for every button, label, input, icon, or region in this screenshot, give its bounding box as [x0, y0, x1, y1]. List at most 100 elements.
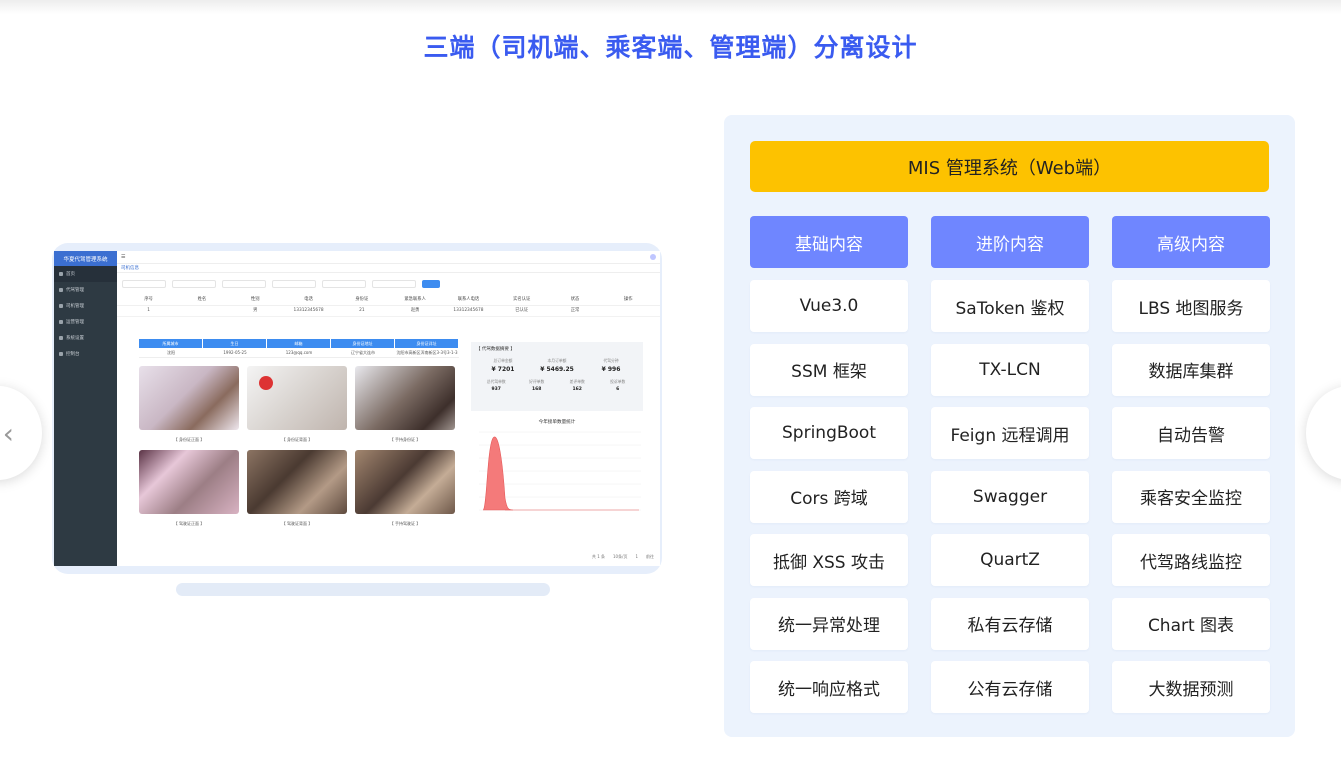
- mock-stat-label: 投诉单数: [610, 379, 626, 384]
- menu-item-icon: [59, 352, 63, 356]
- mock-list-header-cell: 序号: [144, 297, 153, 302]
- mock-list-header-cell: 联系人电话: [457, 297, 480, 302]
- mock-sidebar-item: 系统设置: [54, 330, 117, 346]
- feature-item: 大数据预测: [1112, 661, 1270, 713]
- mock-main: ☰ 司机信息 序号 姓名 性别 电话 身份证 紧急联系人 联系人电话 实名认证 状态 操作 1男1…: [117, 251, 660, 566]
- mock-detail-header-cell: 身份证地址: [331, 339, 395, 348]
- mock-list-cell: [602, 306, 655, 316]
- mock-sidebar-item-label: 代驾管理: [66, 288, 84, 293]
- menu-item-icon: [59, 336, 63, 340]
- admin-screenshot: 华夏代驾管理系统 首页 代驾管理 司机管理 运营管理 系统设置 控制台 ☰ 司机信息 序号…: [54, 251, 660, 566]
- mock-filters: [117, 273, 660, 291]
- feature-item: QuartZ: [931, 534, 1089, 586]
- mock-stat-label: 总代驾单数: [486, 379, 506, 384]
- mock-list-header: 序号 姓名 性别 电话 身份证 紧急联系人 联系人电话 实名认证 状态 操作: [117, 295, 660, 306]
- mock-list-cell: 13312345678: [453, 308, 484, 313]
- mock-list-cell: 13312345678: [293, 308, 324, 313]
- feature-item: 自动告警: [1112, 407, 1270, 459]
- mock-filter-field: [322, 280, 366, 288]
- mock-filter-field: [372, 280, 416, 288]
- mock-sidebar-item: 首页: [54, 266, 117, 282]
- mock-list-header-cell: 紧急联系人: [404, 297, 426, 302]
- feature-item: 公有云存储: [931, 661, 1089, 713]
- mock-detail-header-cell: 身份证详址: [395, 339, 459, 348]
- feature-item: LBS 地图服务: [1112, 280, 1270, 332]
- mock-filter-field: [272, 280, 316, 288]
- mock-tab-label: 司机信息: [121, 266, 139, 271]
- mock-pager-item: 1: [635, 554, 638, 559]
- carousel-prev-button[interactable]: ‹: [0, 386, 42, 480]
- mock-stat: 差评单数 162: [557, 379, 598, 392]
- mock-filter-field: [222, 280, 266, 288]
- emblem-icon: [259, 376, 273, 390]
- feature-item: Cors 跨域: [750, 470, 908, 523]
- mock-document-photo: [355, 366, 455, 430]
- feature-item: TX-LCN: [931, 343, 1089, 396]
- feature-item: Chart 图表: [1112, 597, 1270, 650]
- mock-stat-value: 168: [532, 387, 542, 392]
- mock-filter-field: [172, 280, 216, 288]
- mock-detail-cell: 沈阳: [139, 348, 203, 358]
- mock-list-header-cell: 性别: [250, 297, 260, 302]
- mock-list-header-cell: 身份证: [355, 297, 369, 302]
- menu-icon: ☰: [121, 254, 126, 260]
- mock-photo-caption: 【 身份证正面 】: [173, 437, 205, 442]
- bell-icon: [650, 254, 656, 260]
- mock-list-header-cell: 操作: [624, 297, 633, 302]
- mock-sidebar-item-label: 控制台: [66, 352, 80, 357]
- mock-detail-cell: 沈阳市高新区浑南新区3-3号3-1-3: [395, 348, 459, 358]
- feature-item: 私有云存储: [931, 597, 1089, 650]
- mock-stat-value: ¥ 5469.25: [540, 366, 574, 373]
- mock-header: ☰: [117, 251, 660, 264]
- feature-item: 抵御 XSS 攻击: [750, 534, 908, 586]
- mock-sidebar-item: 运营管理: [54, 314, 117, 330]
- chevron-left-icon: ‹: [2, 416, 14, 450]
- mock-list-cell: 21: [359, 308, 365, 313]
- mock-document-photo: [139, 366, 239, 430]
- mock-photo-caption: 【 手持驾驶证 】: [389, 521, 421, 526]
- mock-photo-caption: 【 手持身份证 】: [389, 437, 421, 442]
- carousel-next-button[interactable]: [1306, 386, 1341, 480]
- mock-detail-cell: 123@qq.com: [267, 348, 331, 358]
- mock-filter-button: [422, 280, 440, 288]
- mock-list-cell: 赵勇: [410, 308, 420, 313]
- mock-tab: 司机信息: [117, 264, 660, 273]
- mock-detail-header: 所属城市 生日 邮箱 身份证地址 身份证详址: [139, 339, 459, 348]
- menu-item-icon: [59, 272, 63, 276]
- mock-list-cell: [175, 306, 228, 316]
- mock-detail-cell: 1992-05-25: [203, 348, 267, 358]
- mock-sidebar-item: 控制台: [54, 346, 117, 362]
- mock-list-header-cell: 电话: [304, 297, 313, 302]
- mock-photo-caption: 【 驾驶证正面 】: [173, 521, 205, 526]
- mock-stat: 好评单数 168: [517, 379, 558, 392]
- feature-item: 统一异常处理: [750, 597, 908, 650]
- mock-document-photo: [247, 450, 347, 514]
- column-header: 进阶内容: [931, 216, 1089, 268]
- mock-detail-header-cell: 所属城市: [139, 339, 203, 348]
- mock-pager-item: 共 1 条: [591, 554, 606, 559]
- menu-item-icon: [59, 304, 63, 308]
- mock-list-cell: 男: [253, 308, 258, 313]
- mock-detail-row: 沈阳 1992-05-25 123@qq.com 辽宁省大连市 沈阳市高新区浑南新区3-…: [139, 348, 459, 358]
- mock-sidebar-item-label: 首页: [66, 272, 75, 277]
- mock-stat-value: 937: [491, 387, 501, 392]
- mock-document-photo: [355, 450, 455, 514]
- mock-sidebar-title: 华夏代驾管理系统: [54, 251, 117, 266]
- panel-banner: MIS 管理系统（Web端）: [750, 141, 1269, 192]
- mock-stats-title: 【 代驾数据摘要 】: [476, 347, 515, 352]
- feature-item: Swagger: [931, 470, 1089, 523]
- mock-pager-item: 前往: [646, 554, 654, 559]
- mock-stat-label: 本月订单额: [547, 358, 567, 363]
- mock-sidebar-item-label: 系统设置: [66, 336, 84, 341]
- top-shade: [0, 0, 1341, 14]
- mock-detail-header-cell: 邮箱: [267, 339, 331, 348]
- column-header: 基础内容: [750, 216, 908, 268]
- mock-stat: 投诉单数 6: [598, 379, 639, 392]
- mock-pager: 共 1 条 10条/页 1 前往: [592, 554, 654, 560]
- mock-document-photo: [247, 366, 347, 430]
- mock-stat-label: 差评单数: [569, 379, 585, 384]
- mock-detail: 所属城市 生日 邮箱 身份证地址 身份证详址 沈阳 1992-05-25 123@qq.co…: [139, 339, 459, 530]
- mock-stat: 总代驾单数 937: [476, 379, 517, 392]
- laptop-mockup: 华夏代驾管理系统 首页 代驾管理 司机管理 运营管理 系统设置 控制台 ☰ 司机信息 序号…: [52, 243, 662, 574]
- feature-item: 数据库集群: [1112, 343, 1270, 396]
